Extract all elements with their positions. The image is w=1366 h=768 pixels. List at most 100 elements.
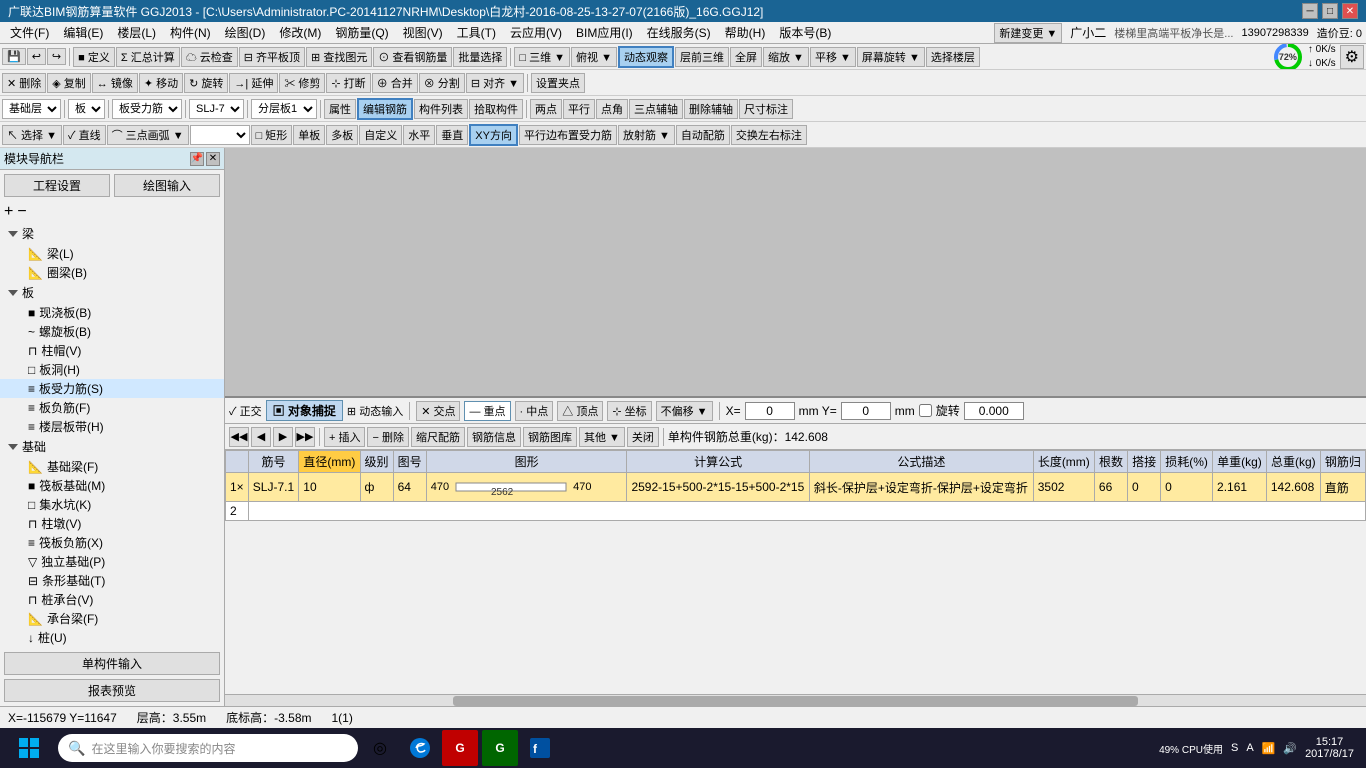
layer-select[interactable]: 基础层 bbox=[2, 99, 61, 119]
copy-btn[interactable]: ◈ 复制 bbox=[47, 73, 91, 93]
sidebar-item-raft[interactable]: ■ 筏板基础(M) bbox=[0, 476, 224, 495]
nav-next-btn[interactable]: ▶ bbox=[273, 427, 293, 447]
delete-btn[interactable]: ✕ 删除 bbox=[2, 73, 46, 93]
section-slab-header[interactable]: 板 bbox=[0, 282, 224, 303]
snap-btn[interactable]: ▣ 对象捕捉 bbox=[266, 400, 343, 421]
snap-mid-major[interactable]: — 重点 bbox=[464, 401, 510, 421]
edit-rebar-btn[interactable]: 编辑钢筋 bbox=[357, 98, 413, 120]
rebar-type-select[interactable]: 板受力筋 bbox=[112, 99, 182, 119]
snap-no-offset[interactable]: 不偏移 ▼ bbox=[656, 401, 713, 421]
delete-axis-btn[interactable]: 删除辅轴 bbox=[684, 99, 738, 119]
taskbar-app-blue[interactable]: f bbox=[522, 730, 558, 766]
sidebar-item-raft-neg[interactable]: ≡ 筏板负筋(X) bbox=[0, 533, 224, 552]
start-btn[interactable] bbox=[4, 730, 54, 766]
nav-scale-btn[interactable]: 缩尺配筋 bbox=[411, 427, 465, 447]
taskbar-app-browser[interactable] bbox=[402, 730, 438, 766]
nav-delete-btn[interactable]: − 删除 bbox=[367, 427, 408, 447]
pick-component-btn[interactable]: 拾取构件 bbox=[469, 99, 523, 119]
floor-select-btn[interactable]: 选择楼层 bbox=[926, 47, 980, 67]
draw-options-select[interactable] bbox=[190, 125, 250, 145]
menu-file[interactable]: 文件(F) bbox=[4, 22, 55, 43]
auto-rebar-btn[interactable]: 自动配筋 bbox=[676, 125, 730, 145]
sidebar-item-strip-found[interactable]: ⊟ 条形基础(T) bbox=[0, 571, 224, 590]
dim-btn[interactable]: 尺寸标注 bbox=[739, 99, 793, 119]
snap-midpoint[interactable]: · 中点 bbox=[515, 401, 554, 421]
sidebar-item-ring-beam[interactable]: 📐 圈梁(B) bbox=[0, 263, 224, 282]
draw-input-btn[interactable]: 绘图输入 bbox=[114, 174, 220, 197]
sidebar-pin-btn[interactable]: 📌 bbox=[190, 152, 204, 166]
three-point-axis-btn[interactable]: 三点辅轴 bbox=[629, 99, 683, 119]
menu-component[interactable]: 构件(N) bbox=[164, 22, 217, 43]
sidebar-item-pile-cap[interactable]: ⊓ 桩承台(V) bbox=[0, 590, 224, 609]
menu-edit[interactable]: 编辑(E) bbox=[57, 22, 109, 43]
y-input[interactable] bbox=[841, 402, 891, 420]
rotate-input[interactable] bbox=[964, 402, 1024, 420]
table-row-2[interactable]: 2 bbox=[226, 502, 1366, 521]
level-top-btn[interactable]: ⊟ 齐平板顶 bbox=[239, 47, 305, 67]
rotate-checkbox[interactable] bbox=[919, 404, 932, 417]
sidebar-item-cast-slab[interactable]: ■ 现浇板(B) bbox=[0, 303, 224, 322]
sidebar-item-beam[interactable]: 📐 梁(L) bbox=[0, 244, 224, 263]
batch-select-btn[interactable]: 批量选择 bbox=[453, 47, 507, 67]
menu-draw[interactable]: 绘图(D) bbox=[219, 22, 272, 43]
calc-btn[interactable]: Σ 汇总计算 bbox=[116, 47, 180, 67]
rotate-edit-btn[interactable]: ↻ 旋转 bbox=[184, 73, 228, 93]
snap-vertex[interactable]: △ 顶点 bbox=[557, 401, 603, 421]
snap-coord[interactable]: ⊹ 坐标 bbox=[607, 401, 651, 421]
swap-annotation-btn[interactable]: 交换左右标注 bbox=[731, 125, 807, 145]
snap-intersect[interactable]: ✕ 交点 bbox=[416, 401, 460, 421]
floor-layer-select[interactable]: 分层板1 bbox=[251, 99, 317, 119]
component-type-select[interactable]: 板 bbox=[68, 99, 105, 119]
menu-online[interactable]: 在线服务(S) bbox=[641, 22, 717, 43]
sidebar-item-isolated-found[interactable]: ▽ 独立基础(P) bbox=[0, 552, 224, 571]
nav-close-btn[interactable]: 关闭 bbox=[627, 427, 659, 447]
component-list-btn[interactable]: 构件列表 bbox=[414, 99, 468, 119]
menu-view[interactable]: 视图(V) bbox=[397, 22, 449, 43]
undo-btn[interactable]: ↩ bbox=[27, 48, 46, 65]
close-btn[interactable]: ✕ bbox=[1342, 3, 1358, 19]
settings-btn[interactable]: ⚙ bbox=[1340, 45, 1364, 69]
nav-other-btn[interactable]: 其他 ▼ bbox=[579, 427, 625, 447]
top-view-btn[interactable]: 俯视 ▼ bbox=[571, 47, 617, 67]
mirror-btn[interactable]: ↔ 镜像 bbox=[92, 73, 138, 93]
view-rebar-btn[interactable]: ⊙ 查看钢筋量 bbox=[373, 47, 452, 67]
save-btn[interactable]: 💾 bbox=[2, 48, 26, 65]
nav-first-btn[interactable]: ◀◀ bbox=[229, 427, 249, 447]
menu-cloud[interactable]: 云应用(V) bbox=[504, 22, 568, 43]
fullscreen-btn[interactable]: 全屏 bbox=[730, 47, 762, 67]
merge-btn[interactable]: ⊕ 合并 bbox=[372, 73, 418, 93]
radial-btn[interactable]: 放射筋 ▼ bbox=[618, 125, 675, 145]
split-btn[interactable]: ⊗ 分割 bbox=[419, 73, 465, 93]
sidebar-close-btn[interactable]: ✕ bbox=[206, 152, 220, 166]
zoom-btn[interactable]: 缩放 ▼ bbox=[763, 47, 809, 67]
sidebar-add-btn[interactable]: + bbox=[4, 203, 13, 221]
taskbar-app-green[interactable]: G bbox=[482, 730, 518, 766]
sidebar-item-neg-rebar[interactable]: ≡ 板负筋(F) bbox=[0, 398, 224, 417]
two-point-btn[interactable]: 两点 bbox=[530, 99, 562, 119]
menu-modify[interactable]: 修改(M) bbox=[273, 22, 327, 43]
parallel-btn[interactable]: 平行 bbox=[563, 99, 595, 119]
sidebar-item-slab-rebar[interactable]: ≡ 板受力筋(S) bbox=[0, 379, 224, 398]
table-container[interactable]: 筋号 直径(mm) 级别 图号 图形 计算公式 公式描述 长度(mm) 根数 搭… bbox=[225, 450, 1366, 694]
taskbar-app-cortana[interactable]: ◎ bbox=[362, 730, 398, 766]
menu-floor[interactable]: 楼层(L) bbox=[111, 22, 162, 43]
sidebar-remove-btn[interactable]: − bbox=[17, 203, 26, 221]
pan-btn[interactable]: 平移 ▼ bbox=[810, 47, 856, 67]
menu-version[interactable]: 版本号(B) bbox=[773, 22, 837, 43]
report-preview-btn[interactable]: 报表预览 bbox=[4, 679, 220, 702]
nav-rebar-info-btn[interactable]: 钢筋信息 bbox=[467, 427, 521, 447]
extend-btn[interactable]: →| 延伸 bbox=[229, 73, 278, 93]
parallel-edge-btn[interactable]: 平行边布置受力筋 bbox=[519, 125, 617, 145]
arc-btn[interactable]: ⌒ 三点画弧 ▼ bbox=[107, 125, 189, 145]
trim-btn[interactable]: ✂ 修剪 bbox=[279, 73, 325, 93]
new-change-btn[interactable]: 新建变更 ▼ bbox=[994, 23, 1062, 43]
line-btn[interactable]: ✓ 直线 bbox=[63, 125, 106, 145]
vertical-btn[interactable]: 垂直 bbox=[436, 125, 468, 145]
redo-btn[interactable]: ↪ bbox=[47, 48, 66, 65]
nav-prev-btn[interactable]: ◀ bbox=[251, 427, 271, 447]
nav-rebar-lib-btn[interactable]: 钢筋图库 bbox=[523, 427, 577, 447]
multi-slab-btn[interactable]: 多板 bbox=[326, 125, 358, 145]
3d-btn[interactable]: □ 三维 ▼ bbox=[514, 47, 570, 67]
break-btn[interactable]: ⊹ 打断 bbox=[326, 73, 370, 93]
front-3d-btn[interactable]: 层前三维 bbox=[675, 47, 729, 67]
